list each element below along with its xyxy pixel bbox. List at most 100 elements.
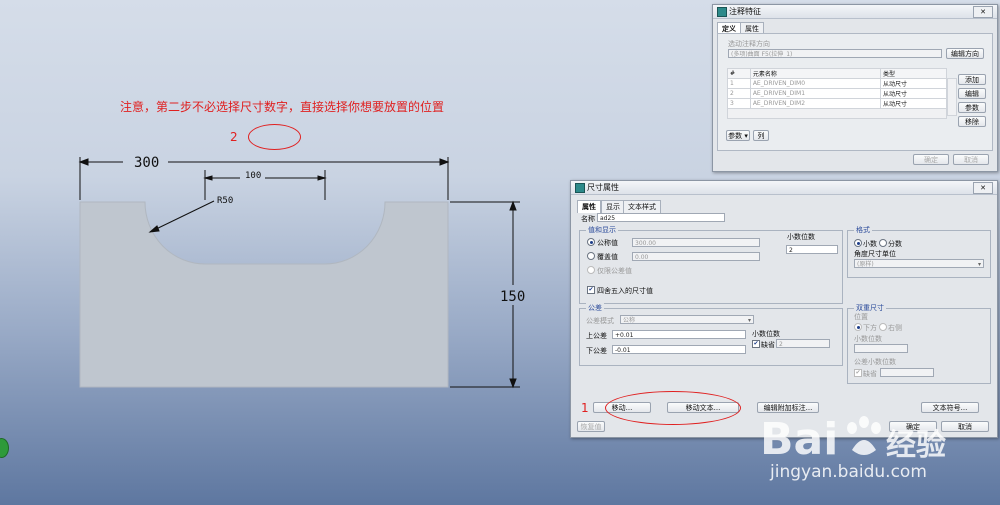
name-field[interactable]: ad25	[597, 213, 725, 222]
row-type: 从动尺寸	[879, 78, 948, 89]
ok-button[interactable]: 确定	[913, 154, 949, 165]
upper-tolerance-field[interactable]: +0.01	[612, 330, 746, 339]
tolerance-mode-select[interactable]: 公称 ▾	[620, 315, 754, 324]
tab-display[interactable]: 显示	[601, 200, 625, 213]
watermark-brand: Bai	[760, 414, 839, 465]
edit-button[interactable]: 编辑	[958, 88, 986, 99]
dual-decimals-field[interactable]	[854, 344, 908, 353]
dual-below-radio[interactable]	[854, 323, 862, 331]
table-row[interactable]: 3 AE_DRIVEN_DIM2 从动尺寸	[727, 98, 948, 109]
tolerance-decimals-field[interactable]: 2	[776, 339, 830, 348]
tab-properties[interactable]: 属性	[577, 200, 601, 213]
rounded-value-label: 四舍五入的尺寸值	[597, 287, 653, 295]
override-value-field[interactable]: 0.00	[632, 252, 760, 261]
fraction-radio[interactable]	[879, 239, 887, 247]
column-header[interactable]: 类型	[879, 68, 948, 79]
angle-unit-select[interactable]: (原样) ▾	[854, 259, 984, 268]
dual-default-label: 缺省	[863, 370, 877, 378]
tolerance-only-radio[interactable]	[587, 266, 595, 274]
close-icon[interactable]: ✕	[973, 182, 993, 194]
row-number: 3	[727, 98, 751, 109]
angle-unit-value: (原样)	[857, 261, 874, 268]
dialog-app-icon	[717, 7, 727, 17]
override-value-radio[interactable]	[587, 252, 595, 260]
annotation-feature-dialog: 注释特征 ✕ 定义 属性 选动注释方向 (多项)曲面 F5(拉伸_1) 编辑方向…	[712, 4, 998, 172]
decimals-label: 小数位数	[787, 233, 815, 241]
row-element-name: AE_DRIVEN_DIM1	[749, 88, 881, 99]
decimal-radio[interactable]	[854, 239, 862, 247]
dim-100-text: 100	[245, 171, 261, 181]
decimals-field[interactable]: 2	[786, 245, 838, 254]
tolerance-mode-value: 公称	[623, 317, 636, 324]
value-display-group-title: 值和显示	[586, 225, 618, 235]
dimension-dialog-titlebar[interactable]: 尺寸属性 ✕	[571, 181, 997, 195]
format-group: 格式 小数 分数 角度尺寸单位 (原样) ▾	[847, 225, 991, 278]
row-type: 从动尺寸	[879, 88, 948, 99]
tolerance-decimals-label: 小数位数	[752, 330, 780, 338]
row-type: 从动尺寸	[879, 98, 948, 109]
value-display-group: 值和显示 公称值 300.00 覆盖值 0.00 仅限公差值 小数位数 2 ✔ …	[579, 225, 843, 304]
remove-button[interactable]: 移除	[958, 116, 986, 127]
paw-icon	[844, 416, 884, 460]
dual-below-label: 下方	[863, 324, 877, 332]
move-buttons-highlight	[605, 391, 741, 425]
dual-default-checkbox[interactable]: ✔	[854, 369, 862, 377]
row-element-name: AE_DRIVEN_DIM2	[749, 98, 881, 109]
close-icon[interactable]: ✕	[973, 6, 993, 18]
edit-direction-button[interactable]: 编辑方向	[946, 48, 984, 59]
table-row[interactable]: 2 AE_DRIVEN_DIM1 从动尺寸	[727, 88, 948, 99]
column-header[interactable]: #	[727, 68, 751, 79]
dimension-dialog-title: 尺寸属性	[587, 183, 619, 192]
dual-right-label: 右侧	[888, 324, 902, 332]
parameters-dropdown[interactable]: 参数 ▾	[726, 130, 750, 141]
step-2-marker: 2	[230, 130, 238, 144]
override-value-label: 覆盖值	[597, 253, 618, 261]
vertical-scrollbar[interactable]	[947, 78, 957, 116]
direction-label: 选动注释方向	[728, 40, 770, 48]
name-label: 名称	[581, 215, 595, 223]
tolerance-default-label: 缺省	[761, 341, 775, 349]
column-header[interactable]: 元素名称	[749, 68, 881, 79]
add-button[interactable]: 添加	[958, 74, 986, 85]
fraction-label: 分数	[888, 240, 902, 248]
nominal-value-label: 公称值	[597, 239, 618, 247]
dual-right-radio[interactable]	[879, 323, 887, 331]
annotation-dialog-titlebar[interactable]: 注释特征 ✕	[713, 5, 997, 19]
nominal-value-field[interactable]: 300.00	[632, 238, 760, 247]
target-position-highlight	[248, 124, 301, 150]
angle-unit-label: 角度尺寸单位	[854, 250, 896, 258]
tolerance-mode-label: 公差模式	[586, 317, 614, 325]
restore-value-button[interactable]: 恢复值	[577, 421, 605, 432]
upper-tolerance-label: 上公差	[586, 332, 607, 340]
annotation-dialog-title: 注释特征	[729, 7, 761, 16]
dual-dimension-group: 双重尺寸 位置 下方 右侧 小数位数 公差小数位数 ✔ 缺省	[847, 303, 991, 384]
horizontal-scrollbar[interactable]	[727, 108, 947, 119]
watermark: Bai 经验 jingyan.baidu.com	[760, 410, 996, 500]
dimension-properties-dialog: 尺寸属性 ✕ 属性 显示 文本样式 名称 ad25 值和显示 公称值 300.0…	[570, 180, 998, 438]
dual-tolerance-decimals-field[interactable]	[880, 368, 934, 377]
row-element-name: AE_DRIVEN_DIM0	[749, 78, 881, 89]
nominal-value-radio[interactable]	[587, 238, 595, 246]
lower-tolerance-field[interactable]: -0.01	[612, 345, 746, 354]
parameters-button[interactable]: 参数	[958, 102, 986, 113]
dim-150-text: 150	[500, 289, 525, 305]
part-profile[interactable]	[79, 201, 449, 388]
dim-r50-text: R50	[217, 196, 233, 206]
row-number: 2	[727, 88, 751, 99]
row-number: 1	[727, 78, 751, 89]
column-button[interactable]: 列	[753, 130, 769, 141]
dual-position-label: 位置	[854, 313, 868, 321]
table-row[interactable]: 1 AE_DRIVEN_DIM0 从动尺寸	[727, 78, 948, 89]
dual-decimals-label: 小数位数	[854, 335, 882, 343]
chevron-down-icon: ▾	[977, 261, 981, 268]
dialog-app-icon	[575, 183, 585, 193]
direction-field[interactable]: (多项)曲面 F5(拉伸_1)	[728, 49, 942, 58]
dimension-r50[interactable]	[148, 200, 215, 233]
rounded-value-checkbox[interactable]: ✔	[587, 286, 595, 294]
tolerance-default-checkbox[interactable]: ✔	[752, 340, 760, 348]
cancel-button[interactable]: 取消	[953, 154, 989, 165]
tab-text-style[interactable]: 文本样式	[623, 200, 661, 213]
dim-300-text: 300	[134, 155, 159, 171]
decimal-label: 小数	[863, 240, 877, 248]
format-group-title: 格式	[854, 225, 872, 235]
